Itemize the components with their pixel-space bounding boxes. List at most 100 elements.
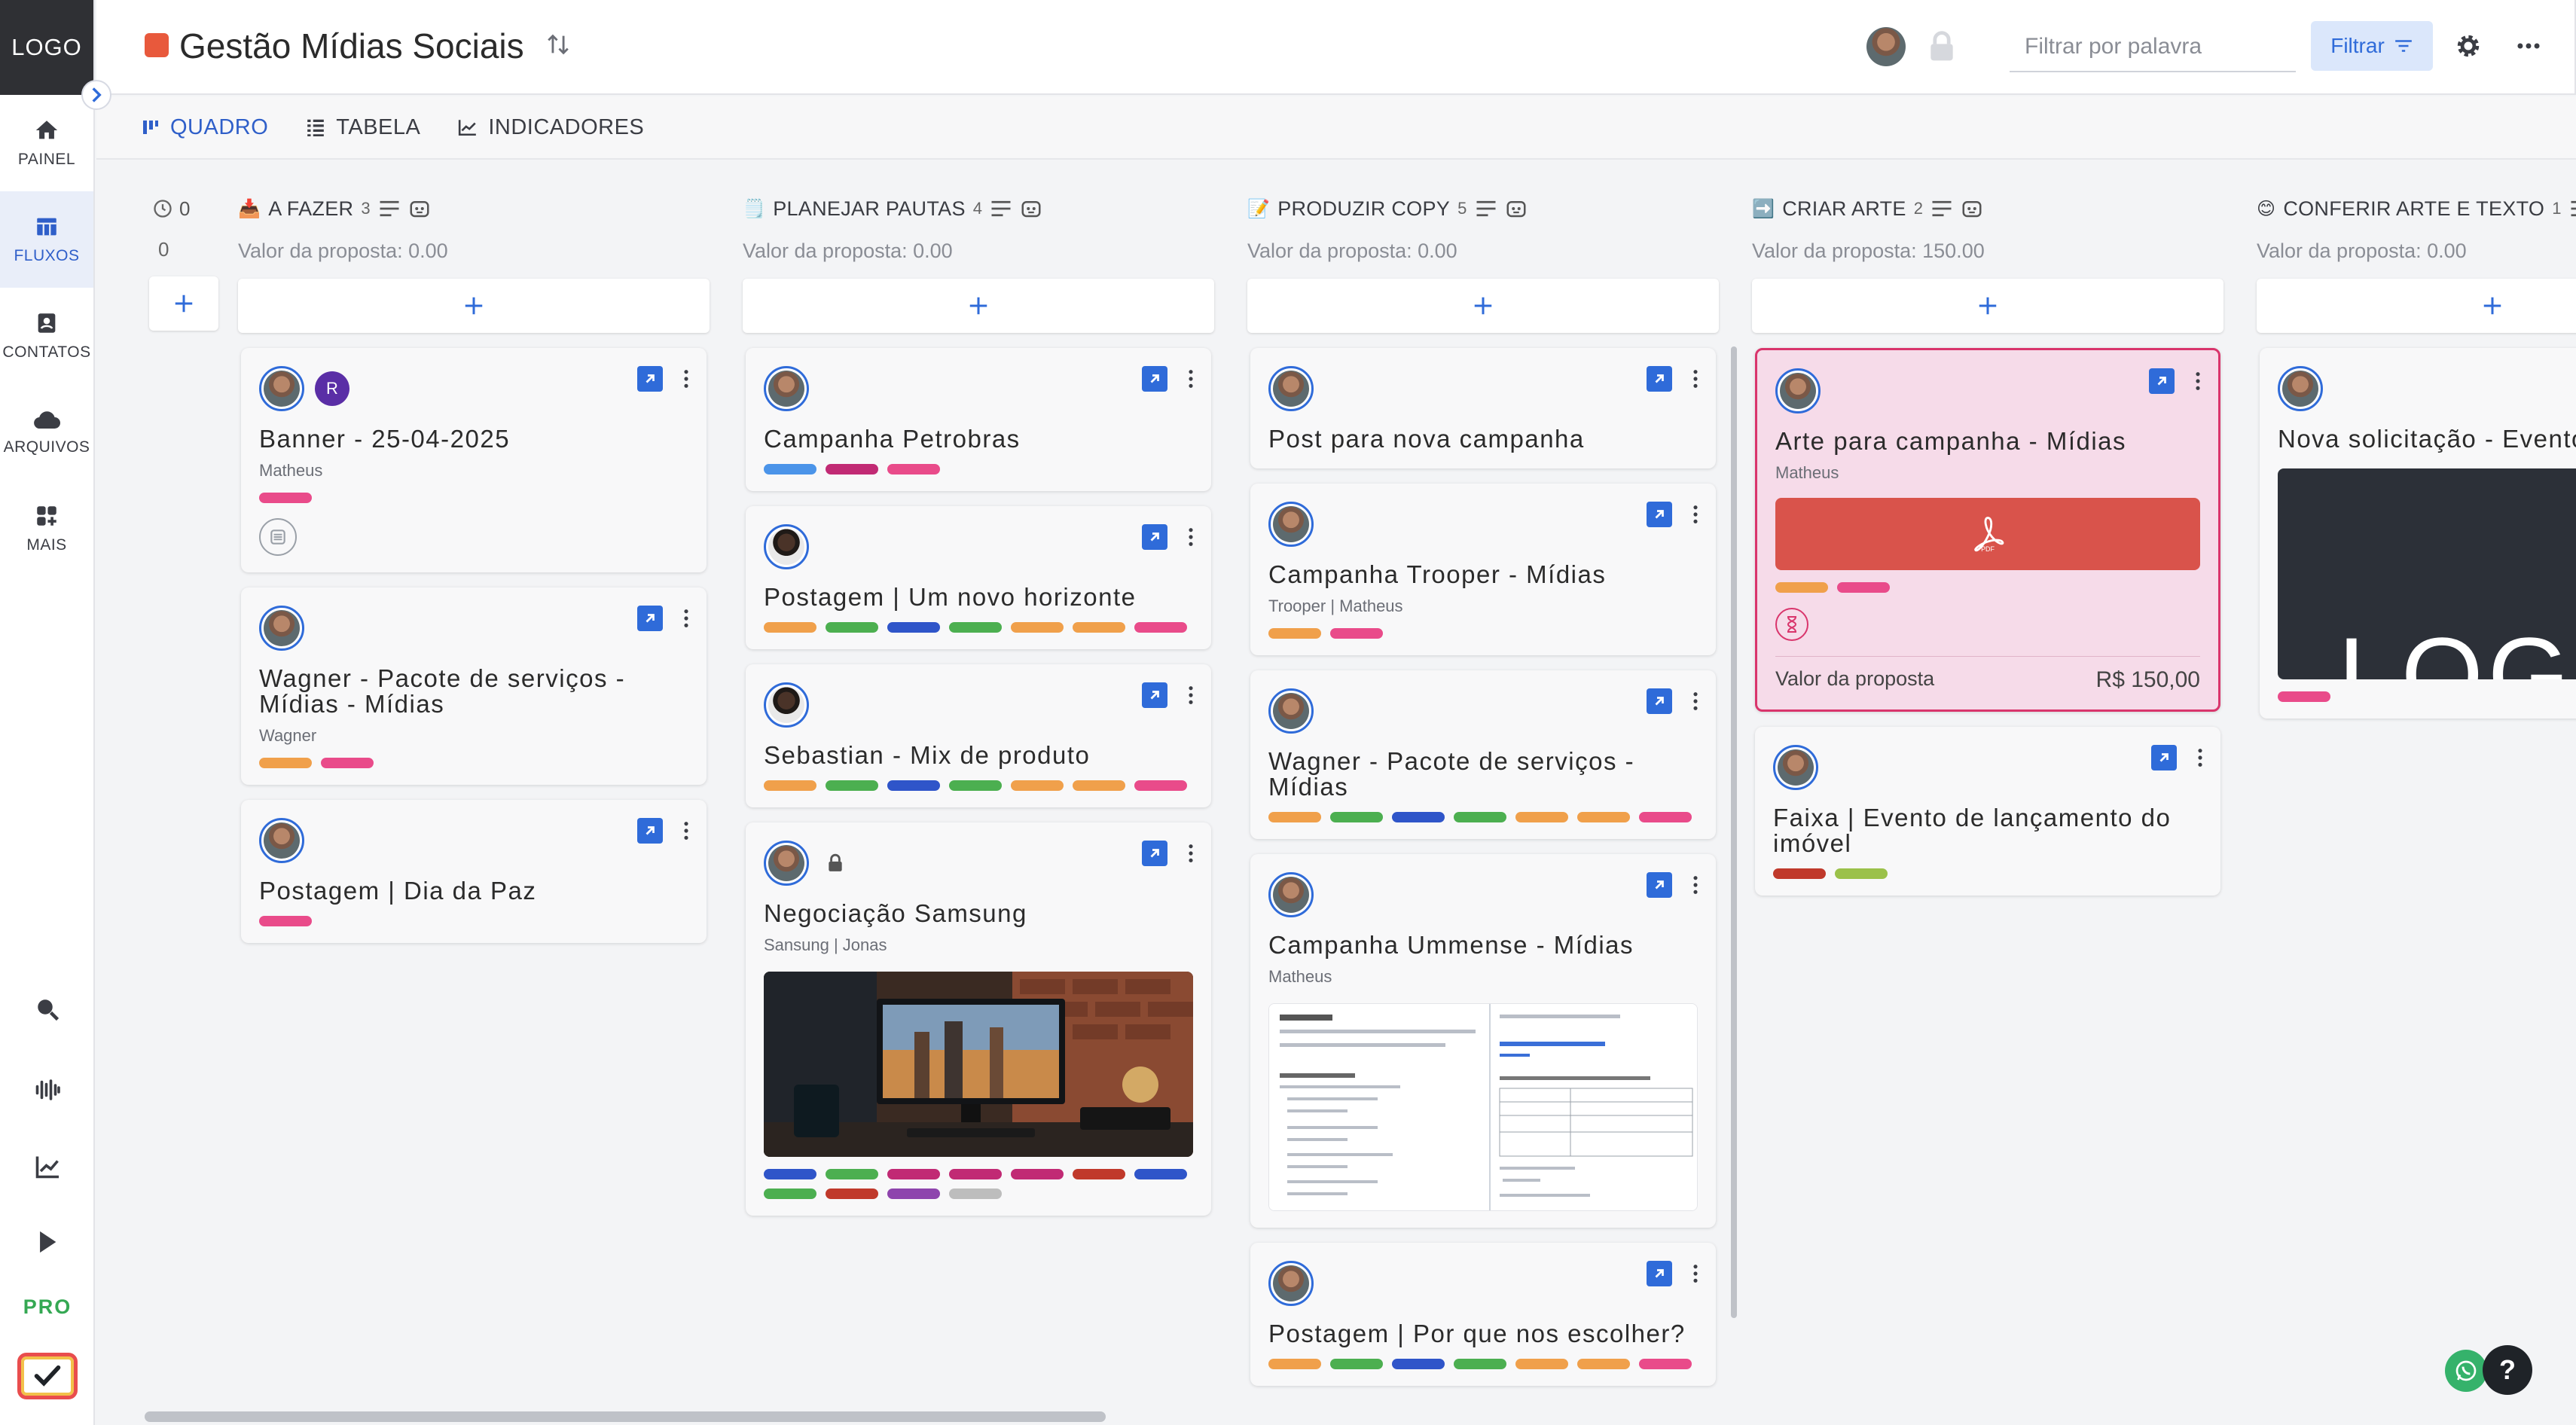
kebab-menu-icon[interactable] bbox=[1187, 368, 1195, 389]
horizontal-scrollbar[interactable] bbox=[145, 1411, 1106, 1422]
chart-nav[interactable] bbox=[0, 1154, 95, 1179]
add-card-button[interactable] bbox=[743, 279, 1214, 333]
column-menu-icon[interactable] bbox=[378, 199, 401, 218]
card[interactable]: Wagner - Pacote de serviços - Mídias bbox=[1250, 670, 1716, 839]
kebab-menu-icon[interactable] bbox=[1692, 504, 1699, 525]
column-menu-icon[interactable] bbox=[1930, 199, 1953, 218]
kebab-menu-icon[interactable] bbox=[1187, 526, 1195, 548]
card[interactable]: Post para nova campanha bbox=[1250, 348, 1716, 468]
card[interactable]: Postagem | Dia da Paz bbox=[241, 800, 707, 943]
app-launcher[interactable] bbox=[0, 1353, 95, 1399]
kebab-menu-icon[interactable] bbox=[2196, 747, 2204, 768]
help-button[interactable]: ? bbox=[2483, 1345, 2532, 1395]
card[interactable]: Postagem | Um novo horizonte bbox=[746, 506, 1211, 649]
pro-nav[interactable]: PRO bbox=[0, 1295, 95, 1319]
tab-indicadores[interactable]: INDICADORES bbox=[458, 115, 644, 140]
lock-toggle[interactable] bbox=[1927, 30, 1957, 67]
audio-nav[interactable] bbox=[0, 1079, 95, 1101]
avatar[interactable] bbox=[1268, 872, 1314, 917]
avatar[interactable] bbox=[259, 366, 304, 411]
more-options-button[interactable] bbox=[2514, 32, 2543, 64]
avatar[interactable] bbox=[259, 818, 304, 863]
kebab-menu-icon[interactable] bbox=[682, 368, 690, 389]
kebab-menu-icon[interactable] bbox=[1692, 1263, 1699, 1284]
avatar[interactable] bbox=[764, 841, 809, 886]
open-card-button[interactable] bbox=[1647, 366, 1672, 392]
search-nav[interactable] bbox=[0, 996, 95, 1023]
sort-button[interactable] bbox=[545, 32, 571, 61]
open-card-button[interactable] bbox=[2151, 745, 2177, 770]
open-card-button[interactable] bbox=[1142, 366, 1167, 392]
avatar[interactable] bbox=[259, 606, 304, 651]
current-user-avatar[interactable] bbox=[1866, 27, 1906, 66]
card[interactable]: Campanha Ummense - Mídias Matheus bbox=[1250, 854, 1716, 1228]
tab-tabela[interactable]: TABELA bbox=[306, 115, 420, 140]
card[interactable]: Negociação Samsung Sansung | Jonas bbox=[746, 822, 1211, 1216]
sidebar-item-mais[interactable]: MAIS bbox=[0, 481, 93, 577]
search-field[interactable] bbox=[2010, 23, 2296, 72]
card[interactable]: Faixa | Evento de lançamento do imóvel bbox=[1755, 727, 2220, 896]
open-card-button[interactable] bbox=[1647, 872, 1672, 898]
open-card-button[interactable] bbox=[637, 606, 663, 631]
bot-icon[interactable] bbox=[408, 198, 431, 219]
kebab-menu-icon[interactable] bbox=[1187, 843, 1195, 864]
avatar[interactable] bbox=[1268, 688, 1314, 734]
vertical-scrollbar[interactable] bbox=[1731, 346, 1737, 1318]
counter-add-button[interactable] bbox=[149, 276, 218, 331]
column-menu-icon[interactable] bbox=[1475, 199, 1497, 218]
sidebar-item-contatos[interactable]: CONTATOS bbox=[0, 288, 93, 384]
bot-icon[interactable] bbox=[1505, 198, 1528, 219]
card[interactable]: Nova solicitação - Evento LOG bbox=[2260, 348, 2576, 719]
add-card-button[interactable] bbox=[2257, 279, 2576, 333]
open-card-button[interactable] bbox=[1142, 841, 1167, 866]
kebab-menu-icon[interactable] bbox=[1692, 874, 1699, 896]
card-image[interactable] bbox=[764, 972, 1193, 1157]
avatar[interactable] bbox=[764, 524, 809, 569]
kebab-menu-icon[interactable] bbox=[1692, 368, 1699, 389]
avatar[interactable] bbox=[1268, 502, 1314, 547]
open-card-button[interactable] bbox=[1647, 1261, 1672, 1286]
play-nav[interactable] bbox=[0, 1229, 95, 1255]
column-menu-icon[interactable] bbox=[2569, 199, 2576, 218]
card-image[interactable] bbox=[1268, 1003, 1698, 1211]
kebab-menu-icon[interactable] bbox=[1187, 685, 1195, 706]
settings-button[interactable] bbox=[2454, 32, 2483, 64]
avatar[interactable] bbox=[1268, 1261, 1314, 1306]
whatsapp-button[interactable] bbox=[2445, 1350, 2487, 1392]
column-menu-icon[interactable] bbox=[990, 199, 1012, 218]
open-card-button[interactable] bbox=[2149, 368, 2175, 394]
open-card-button[interactable] bbox=[1142, 682, 1167, 708]
pdf-attachment[interactable]: PDF bbox=[1775, 498, 2200, 570]
bot-icon[interactable] bbox=[1020, 198, 1042, 219]
add-card-button[interactable] bbox=[238, 279, 710, 333]
open-card-button[interactable] bbox=[1647, 688, 1672, 714]
sidebar-item-fluxos[interactable]: FLUXOS bbox=[0, 191, 93, 288]
open-card-button[interactable] bbox=[1647, 502, 1672, 527]
open-card-button[interactable] bbox=[637, 366, 663, 392]
sidebar-item-painel[interactable]: PAINEL bbox=[0, 95, 93, 191]
kebab-menu-icon[interactable] bbox=[682, 820, 690, 841]
avatar[interactable] bbox=[1268, 366, 1314, 411]
add-card-button[interactable] bbox=[1247, 279, 1719, 333]
bot-icon[interactable] bbox=[1961, 198, 1983, 219]
open-card-button[interactable] bbox=[637, 818, 663, 844]
search-input[interactable] bbox=[2010, 23, 2296, 71]
card-highlighted[interactable]: Arte para campanha - Mídias Matheus PDF … bbox=[1755, 348, 2220, 712]
card[interactable]: Campanha Petrobras bbox=[746, 348, 1211, 491]
kebab-menu-icon[interactable] bbox=[2194, 371, 2202, 392]
card[interactable]: R Banner - 25-04-2025 Matheus bbox=[241, 348, 707, 572]
avatar[interactable] bbox=[1775, 368, 1821, 413]
sidebar-collapse-button[interactable] bbox=[81, 80, 111, 110]
avatar[interactable] bbox=[764, 366, 809, 411]
kebab-menu-icon[interactable] bbox=[1692, 691, 1699, 712]
card[interactable]: Sebastian - Mix de produto bbox=[746, 664, 1211, 807]
avatar-initial[interactable]: R bbox=[315, 371, 349, 406]
hourglass-icon[interactable] bbox=[1775, 608, 1808, 641]
filter-button[interactable]: Filtrar bbox=[2311, 21, 2433, 71]
avatar[interactable] bbox=[764, 682, 809, 728]
sidebar-item-arquivos[interactable]: ARQUIVOS bbox=[0, 384, 93, 481]
card[interactable]: Wagner - Pacote de serviços - Mídias - M… bbox=[241, 587, 707, 785]
kebab-menu-icon[interactable] bbox=[682, 608, 690, 629]
avatar[interactable] bbox=[2278, 366, 2323, 411]
logo[interactable]: LOGO bbox=[0, 0, 93, 95]
